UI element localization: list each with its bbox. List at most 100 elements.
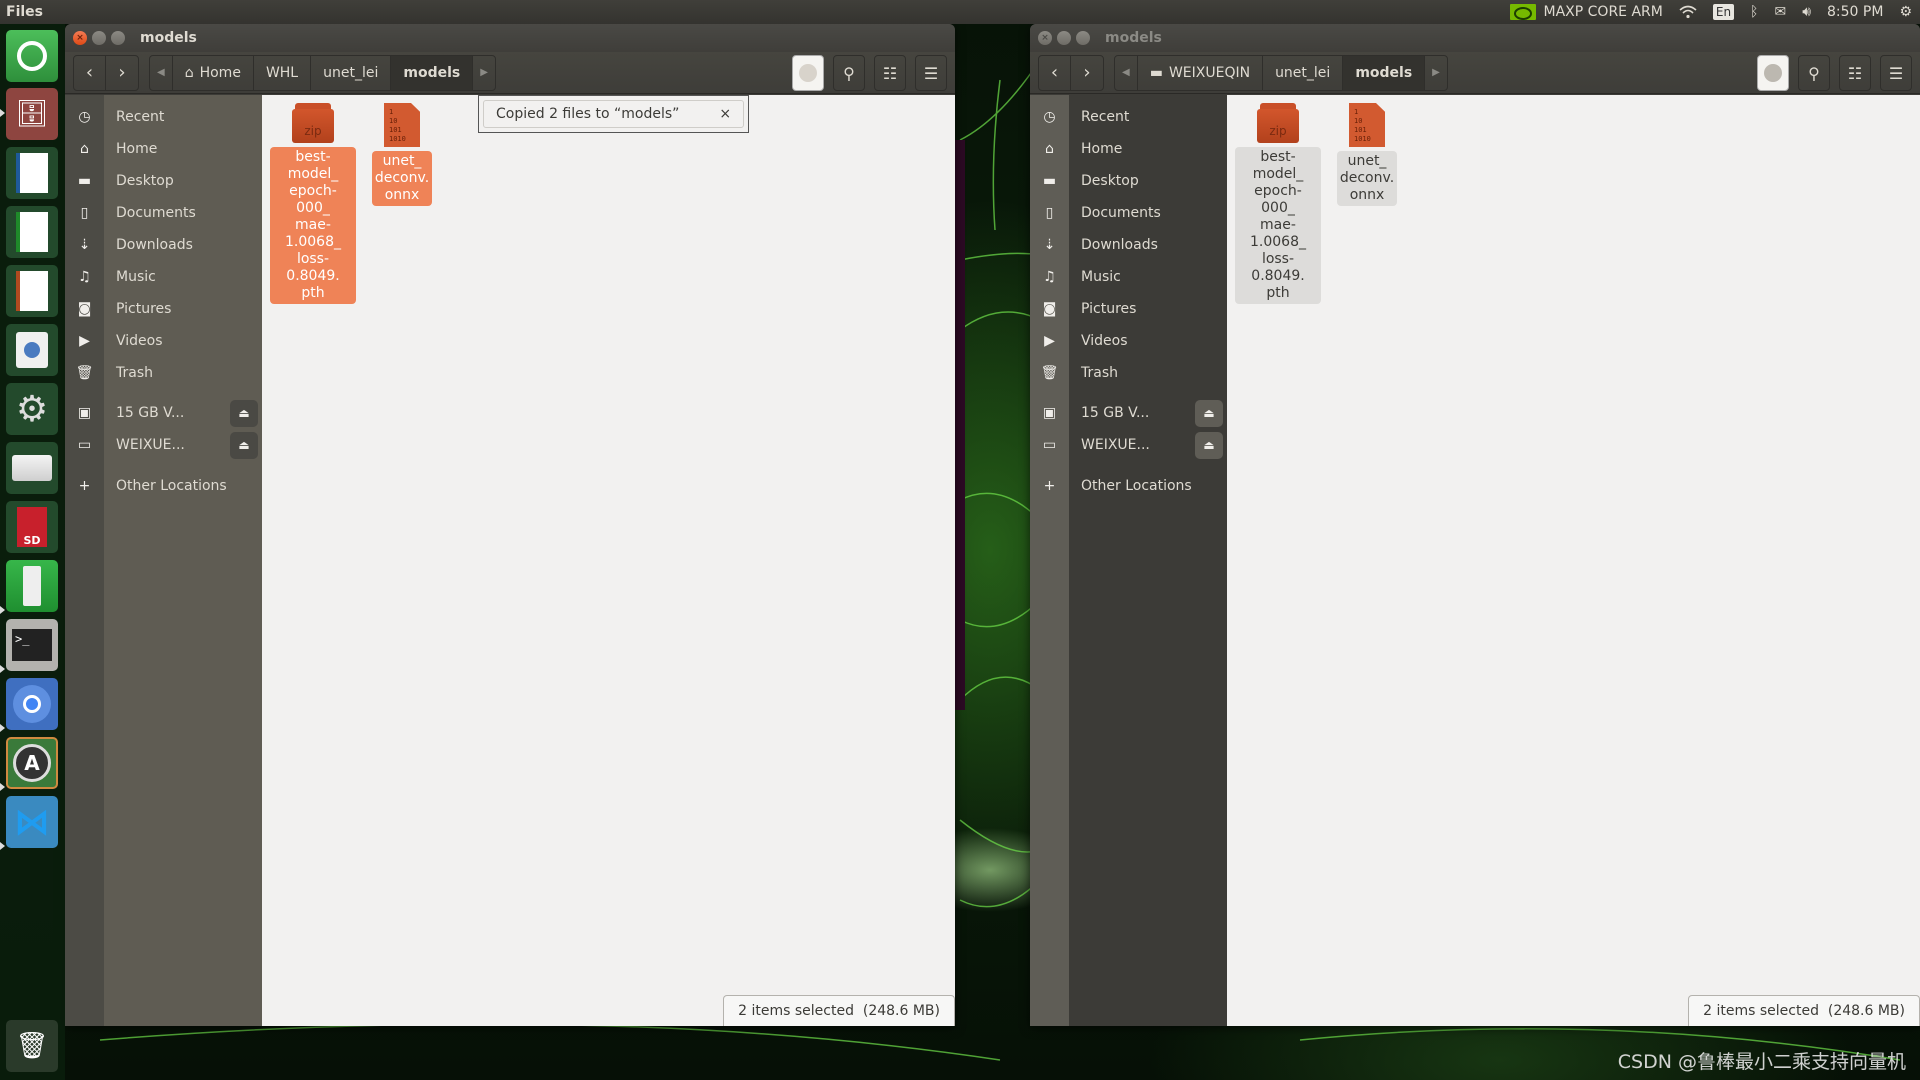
download-icon: ⇣ (78, 237, 91, 253)
sidebar-item-recent[interactable]: ◷ Recent (1030, 101, 1227, 133)
file-item[interactable]: zip best- model_ epoch-000_ mae- 1.0068_… (1235, 103, 1321, 304)
path-scroll-right-button[interactable]: ▶ (1425, 56, 1447, 90)
app-menu-title[interactable]: Files (0, 4, 43, 20)
back-button[interactable]: ‹ (1039, 55, 1071, 90)
terminal-icon[interactable]: >_ (6, 619, 58, 671)
top-panel: Files MAXP CORE ARM En ᛒ ✉ 🔊︎ 8:50 PM ⚙ (0, 0, 1920, 24)
sidebar-item-trash[interactable]: 🗑︎ Trash (1030, 357, 1227, 389)
sidebar-item-videos[interactable]: ▶ Videos (1030, 325, 1227, 357)
wifi-icon[interactable] (1671, 0, 1705, 24)
clock[interactable]: 8:50 PM (1819, 0, 1891, 24)
eject-button[interactable]: ⏏ (230, 431, 258, 459)
chromium-icon[interactable] (6, 678, 58, 730)
operations-progress-button[interactable] (792, 55, 824, 91)
path-segment-unet-lei[interactable]: unet_lei (311, 55, 392, 90)
libreoffice-writer-icon[interactable] (6, 147, 58, 199)
path-segment-home[interactable]: ⌂ Home (173, 55, 254, 90)
libreoffice-calc-icon[interactable] (6, 206, 58, 258)
file-item[interactable]: zip best- model_ epoch-000_ mae- 1.0068_… (270, 103, 356, 304)
ubuntu-dash-icon[interactable] (6, 30, 58, 82)
files-icon[interactable]: 🗄︎ (6, 88, 58, 140)
path-segment-weixueqin[interactable]: ▬ WEIXUEQIN (1138, 55, 1264, 90)
search-button[interactable]: ⚲ (833, 55, 865, 91)
clock-icon: ◷ (1043, 109, 1056, 125)
home-icon: ⌂ (1045, 141, 1054, 157)
sidebar-item-volume-15gb[interactable]: ▣ 15 GB V... ⏏ (1030, 397, 1227, 429)
sidebar-item-music[interactable]: ♫ Music (1030, 261, 1227, 293)
sidebar-item-documents[interactable]: ▯ Documents (65, 197, 262, 229)
menu-button[interactable]: ☰ (915, 55, 947, 91)
sidebar-item-home[interactable]: ⌂ Home (1030, 133, 1227, 165)
file-name: unet_ deconv. onnx (1336, 151, 1398, 206)
folder-icon: ▬ (1042, 173, 1057, 189)
sidebar-item-weixueqin[interactable]: ▭ WEIXUE... ⏏ (65, 429, 262, 461)
sidebar-item-downloads[interactable]: ⇣ Downloads (65, 229, 262, 261)
sidebar-item-trash[interactable]: 🗑︎ Trash (65, 357, 262, 389)
file-name: unet_ deconv. onnx (371, 151, 433, 206)
maximize-window-button[interactable] (1076, 31, 1090, 45)
hamburger-icon: ☰ (923, 63, 939, 83)
path-segment-models[interactable]: models (1343, 55, 1426, 90)
sidebar-item-pictures[interactable]: ◙ Pictures (65, 293, 262, 325)
trash-icon[interactable]: 🗑︎ (6, 1020, 58, 1072)
eject-button[interactable]: ⏏ (1195, 431, 1223, 459)
path-segment-whl[interactable]: WHL (254, 55, 312, 90)
clock-icon: ◷ (78, 109, 91, 125)
bluetooth-icon[interactable]: ᛒ (1742, 0, 1766, 24)
minimize-window-button[interactable] (1057, 31, 1071, 45)
view-toggle-button[interactable]: ☷ (874, 55, 906, 91)
gpu-indicator[interactable]: MAXP CORE ARM (1502, 0, 1671, 24)
sidebar-item-other-locations[interactable]: + Other Locations (65, 470, 262, 502)
sidebar-item-other-locations[interactable]: + Other Locations (1030, 470, 1227, 502)
sidebar-item-documents[interactable]: ▯ Documents (1030, 197, 1227, 229)
menu-button[interactable]: ☰ (1880, 55, 1912, 91)
sidebar-item-pictures[interactable]: ◙ Pictures (1030, 293, 1227, 325)
forward-button[interactable]: › (1071, 56, 1103, 90)
file-view[interactable]: zip best- model_ epoch-000_ mae- 1.0068_… (1227, 95, 1920, 1026)
sidebar-item-weixueqin[interactable]: ▭ WEIXUE... ⏏ (1030, 429, 1227, 461)
sidebar-item-music[interactable]: ♫ Music (65, 261, 262, 293)
volume-icon[interactable]: 🔊︎ (1794, 0, 1819, 24)
sidebar-item-desktop[interactable]: ▬ Desktop (1030, 165, 1227, 197)
eject-button[interactable]: ⏏ (1195, 399, 1223, 427)
running-indicator (0, 842, 5, 850)
sidebar-item-downloads[interactable]: ⇣ Downloads (1030, 229, 1227, 261)
minimize-window-button[interactable] (92, 31, 106, 45)
sidebar-item-videos[interactable]: ▶ Videos (65, 325, 262, 357)
software-updater-icon[interactable]: A (6, 737, 58, 789)
sidebar-item-desktop[interactable]: ▬ Desktop (65, 165, 262, 197)
operations-progress-button[interactable] (1757, 55, 1789, 91)
software-center-icon[interactable] (6, 324, 58, 376)
eject-button[interactable]: ⏏ (230, 399, 258, 427)
keyboard-layout-indicator[interactable]: En (1705, 0, 1742, 24)
list-view-icon: ☷ (1847, 63, 1863, 83)
path-scroll-right-button[interactable]: ▶ (473, 56, 495, 90)
back-button[interactable]: ‹ (74, 55, 106, 90)
file-view[interactable]: zip best- model_ epoch-000_ mae- 1.0068_… (262, 95, 955, 1026)
system-settings-icon[interactable]: ⚙ (6, 383, 58, 435)
sd-card-icon[interactable]: SD (6, 501, 58, 553)
path-scroll-left-button[interactable]: ◀ (150, 55, 173, 90)
close-window-button[interactable]: × (1038, 31, 1052, 45)
toast-close-button[interactable]: × (719, 106, 731, 122)
libreoffice-impress-icon[interactable] (6, 265, 58, 317)
usb-drive-icon[interactable] (6, 560, 58, 612)
sidebar-item-volume-15gb[interactable]: ▣ 15 GB V... ⏏ (65, 397, 262, 429)
sidebar-item-recent[interactable]: ◷ Recent (65, 101, 262, 133)
view-toggle-button[interactable]: ☷ (1839, 55, 1871, 91)
file-item[interactable]: 1 10 101 1010 unet_ deconv. onnx (1336, 103, 1398, 206)
path-segment-models[interactable]: models (391, 55, 474, 90)
document-icon: ▯ (1045, 205, 1054, 221)
close-window-button[interactable]: × (73, 31, 87, 45)
file-item[interactable]: 1 10 101 1010 unet_ deconv. onnx (371, 103, 433, 206)
maximize-window-button[interactable] (111, 31, 125, 45)
forward-button[interactable]: › (106, 56, 138, 90)
drive-icon[interactable] (6, 442, 58, 494)
search-button[interactable]: ⚲ (1798, 55, 1830, 91)
vscode-icon[interactable]: ⋈ (6, 796, 58, 848)
sidebar-item-home[interactable]: ⌂ Home (65, 133, 262, 165)
power-gear-icon[interactable]: ⚙ (1891, 0, 1920, 24)
path-segment-unet-lei[interactable]: unet_lei (1263, 55, 1344, 90)
mail-icon[interactable]: ✉ (1766, 0, 1794, 24)
path-scroll-left-button[interactable]: ◀ (1115, 55, 1138, 90)
